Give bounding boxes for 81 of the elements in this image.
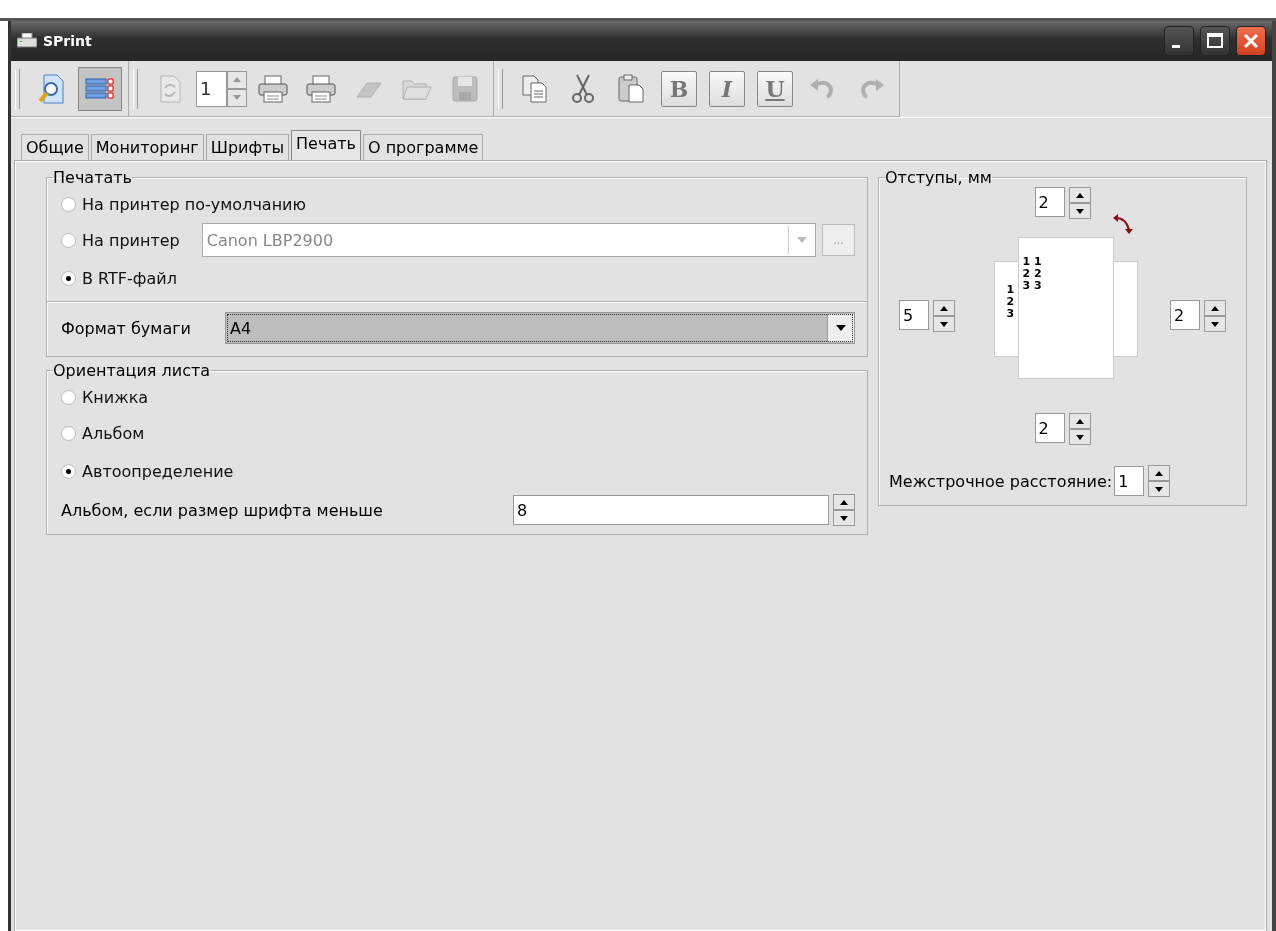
bold-button[interactable]: B	[661, 70, 697, 107]
up-arrow-icon	[1075, 418, 1084, 424]
minimize-button[interactable]	[1164, 26, 1194, 56]
radio-button[interactable]	[61, 425, 76, 441]
spin-down-button[interactable]	[1068, 203, 1091, 219]
spin-up-button[interactable]	[933, 300, 955, 316]
sample-line: 2	[1006, 296, 1015, 308]
radio-label[interactable]: В RTF-файл	[82, 268, 177, 288]
spin-down-button[interactable]	[1204, 316, 1226, 332]
sample-line: 3	[1006, 308, 1015, 320]
rotate-arrow-icon	[1111, 213, 1134, 235]
printer-icon	[257, 72, 289, 105]
printer-icon	[305, 72, 337, 105]
radio-label[interactable]: Книжка	[82, 387, 149, 407]
down-arrow-icon	[1155, 486, 1164, 492]
down-arrow-icon	[840, 515, 848, 521]
down-arrow-icon	[1075, 208, 1084, 214]
up-arrow-icon	[940, 305, 948, 311]
spin-down-button[interactable]	[833, 510, 855, 526]
tab[interactable]: Печать	[291, 130, 361, 161]
maximize-button[interactable]	[1200, 26, 1230, 56]
paper-format-dropdown[interactable]: A4	[225, 312, 855, 344]
maximize-icon	[1205, 31, 1225, 51]
tab[interactable]: Шрифты	[205, 134, 290, 161]
line-spacing-field[interactable]: 1	[1114, 466, 1145, 496]
field-label: Межстрочное расстояние:	[889, 471, 1113, 491]
radio-button[interactable]	[61, 196, 76, 212]
spin-up-button[interactable]	[1068, 187, 1091, 203]
radio-button[interactable]	[61, 389, 76, 405]
up-arrow-icon	[1075, 192, 1084, 198]
close-icon	[1241, 31, 1261, 51]
spin-up-button[interactable]	[1204, 300, 1226, 316]
spin-down-button[interactable]	[933, 316, 955, 332]
sample-line: 3 3	[1022, 280, 1042, 292]
spin-up-button[interactable]	[833, 494, 855, 510]
tab[interactable]: Общие	[21, 134, 89, 161]
close-button[interactable]	[1236, 26, 1266, 56]
sample-line: 2 2	[1022, 268, 1042, 280]
spin-down-button[interactable]	[1068, 429, 1091, 445]
spin-up-button[interactable]	[1148, 465, 1171, 481]
up-arrow-icon	[840, 499, 848, 505]
tab[interactable]: Мониторинг	[90, 134, 204, 161]
up-arrow-icon	[1211, 305, 1219, 311]
list-button[interactable]	[78, 66, 122, 111]
radio-button[interactable]	[61, 232, 76, 248]
caret-icon	[836, 325, 846, 331]
group-title: Печатать	[53, 168, 132, 187]
spin-down-button[interactable]	[1148, 481, 1171, 497]
radio-label[interactable]: Альбом	[82, 423, 145, 443]
field-label: Формат бумаги	[61, 318, 191, 338]
sample-line: 1	[1006, 284, 1015, 296]
radio-button[interactable]	[61, 463, 76, 479]
page-number-field[interactable]: 1	[196, 70, 227, 107]
group-title: Отступы, мм	[885, 168, 992, 187]
paste-icon	[615, 72, 647, 105]
underline-button[interactable]: U	[757, 70, 793, 107]
italic-button[interactable]: I	[709, 70, 745, 107]
window-title: SPrint	[43, 33, 92, 49]
spin-up-button[interactable]	[1068, 413, 1091, 429]
sample-line: 1 1	[1022, 256, 1042, 268]
down-arrow-icon	[233, 95, 241, 100]
radio-label[interactable]: На принтер	[82, 230, 180, 250]
right-margin-field[interactable]: 2	[1170, 300, 1200, 330]
down-arrow-icon	[940, 321, 948, 327]
font-size-field[interactable]: 8	[513, 495, 829, 525]
down-arrow-icon	[1075, 434, 1084, 440]
tab[interactable]: О программе	[362, 134, 484, 161]
top-margin-field[interactable]: 2	[1034, 187, 1065, 217]
minimize-icon	[1172, 44, 1180, 48]
radio-label[interactable]: На принтер по-умолчанию	[82, 194, 306, 214]
radio-label[interactable]: Автоопределение	[82, 461, 234, 481]
radio-button[interactable]	[61, 270, 76, 286]
caret-icon	[797, 237, 807, 243]
bottom-margin-field[interactable]: 2	[1034, 413, 1065, 443]
printer-icon	[17, 33, 37, 49]
up-arrow-icon	[1155, 470, 1164, 476]
group-title: Ориентация листа	[53, 361, 211, 380]
left-margin-field[interactable]: 5	[899, 300, 929, 330]
up-arrow-icon	[233, 77, 241, 82]
down-arrow-icon	[1211, 321, 1219, 327]
field-label: Альбом, если размер шрифта меньше	[61, 500, 384, 520]
